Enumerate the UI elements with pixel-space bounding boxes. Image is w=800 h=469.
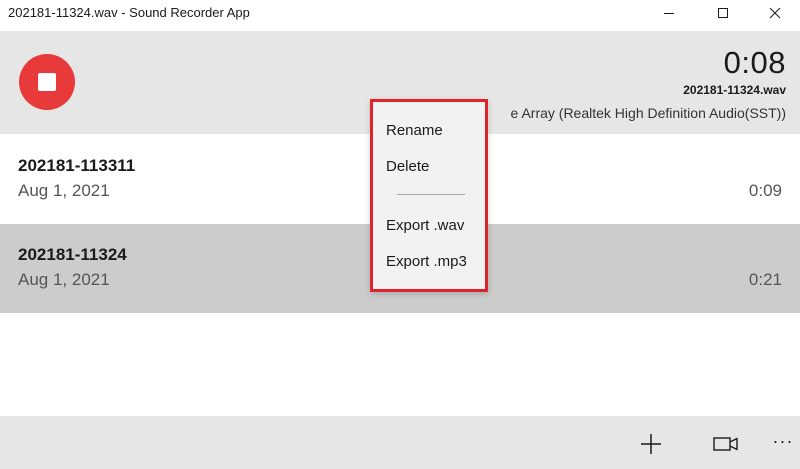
- more-icon: ···: [772, 431, 794, 451]
- recording-duration: 0:21: [748, 270, 782, 289]
- recording-name: 202181-11324: [18, 245, 127, 264]
- title-bar: 202181-11324.wav - Sound Recorder App: [0, 0, 800, 28]
- menu-item-rename[interactable]: Rename: [373, 114, 485, 148]
- recording-timer: 0:08: [723, 45, 786, 80]
- menu-item-delete[interactable]: Delete: [373, 150, 485, 184]
- menu-item-export-mp3[interactable]: Export .mp3: [373, 245, 485, 279]
- close-icon: [769, 7, 781, 19]
- video-button[interactable]: [708, 426, 744, 462]
- command-bar: ···: [0, 416, 800, 469]
- video-camera-icon: [713, 437, 738, 451]
- recording-duration: 0:09: [748, 181, 782, 200]
- stop-recording-button[interactable]: [19, 54, 75, 110]
- menu-item-export-wav[interactable]: Export .wav: [373, 209, 485, 243]
- recording-date: Aug 1, 2021: [18, 270, 110, 289]
- more-button[interactable]: ···: [768, 426, 798, 462]
- recording-name: 202181-113311: [18, 156, 136, 175]
- recording-filename: 202181-11324.wav: [683, 83, 786, 97]
- context-menu: Rename Delete Export .wav Export .mp3: [370, 99, 488, 292]
- stop-icon: [38, 73, 56, 91]
- menu-separator: [397, 194, 465, 195]
- recording-device: e Array (Realtek High Definition Audio(S…: [510, 105, 786, 121]
- recording-date: Aug 1, 2021: [18, 181, 110, 200]
- maximize-button[interactable]: [700, 0, 746, 26]
- minimize-icon: [664, 13, 674, 14]
- close-button[interactable]: [752, 0, 798, 26]
- plus-icon: [641, 434, 661, 454]
- window-title: 202181-11324.wav - Sound Recorder App: [8, 5, 250, 20]
- new-recording-button[interactable]: [633, 426, 669, 462]
- maximize-icon: [718, 8, 728, 18]
- minimize-button[interactable]: [646, 0, 692, 26]
